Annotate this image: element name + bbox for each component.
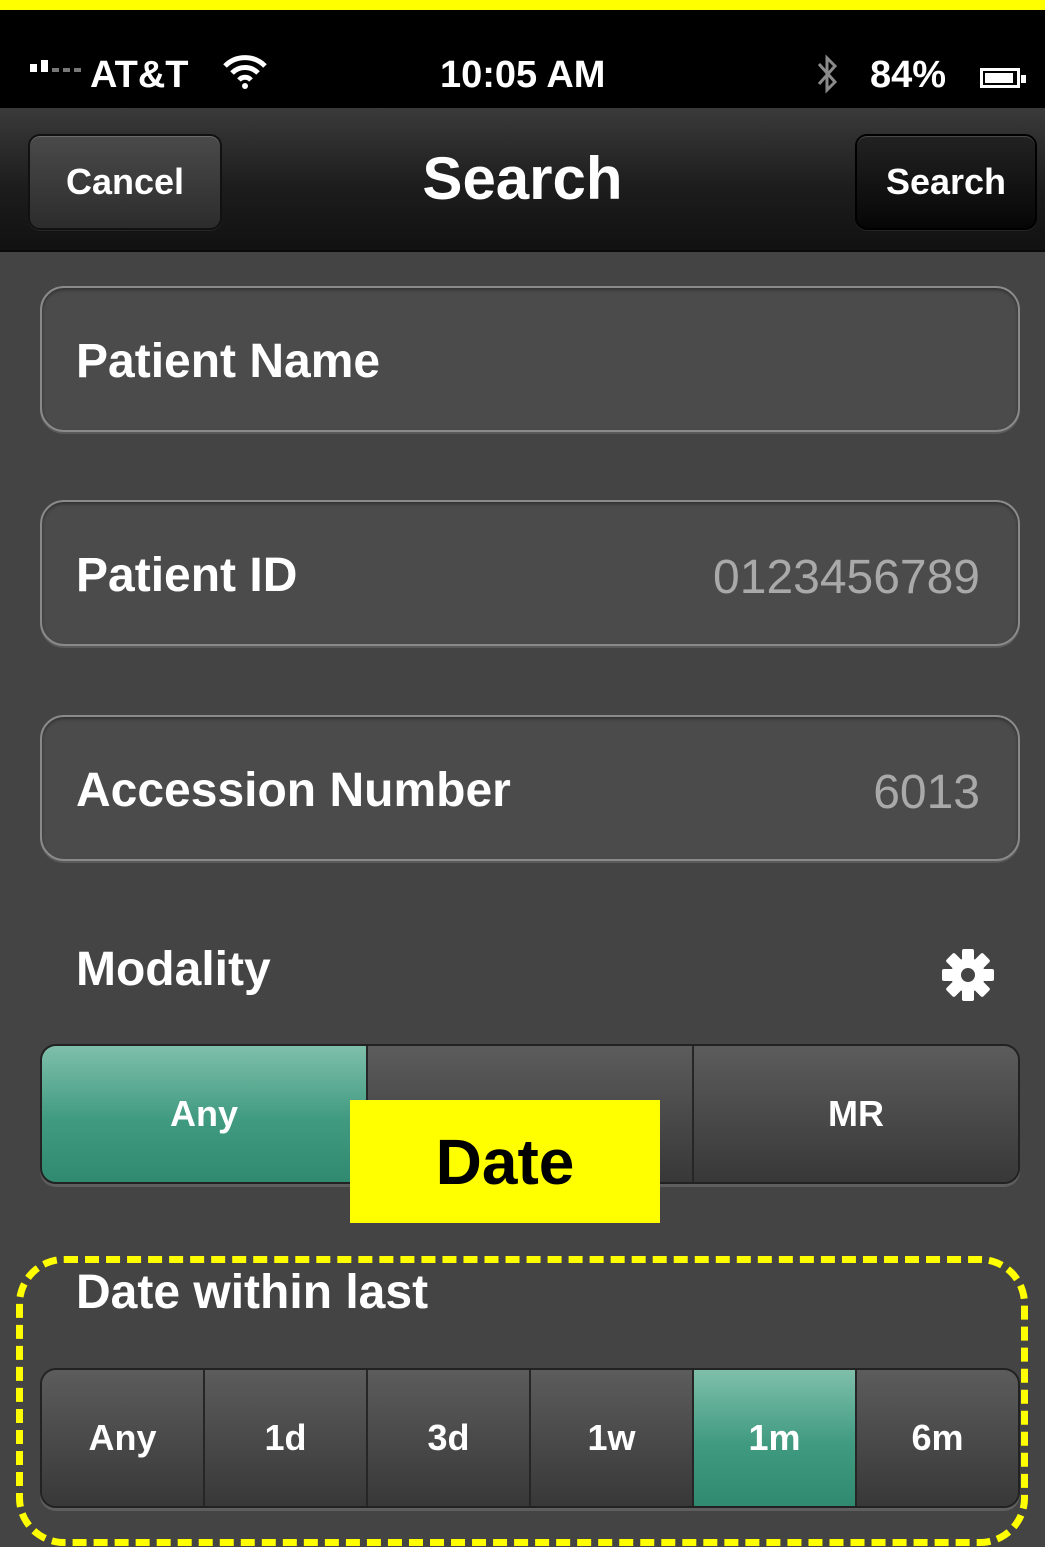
- carrier-label: AT&T: [90, 54, 189, 96]
- date-highlight-box: [16, 1256, 1028, 1546]
- accession-number-value: 6013: [873, 766, 980, 819]
- gear-icon[interactable]: [938, 945, 998, 1005]
- patient-name-label: Patient Name: [76, 335, 381, 388]
- patient-id-value: 0123456789: [713, 551, 980, 604]
- modality-option-any[interactable]: Any: [42, 1046, 368, 1182]
- search-button[interactable]: Search: [855, 134, 1037, 230]
- modality-label: Modality: [76, 943, 271, 996]
- bluetooth-icon: [815, 54, 841, 104]
- accession-number-field[interactable]: Accession Number 6013: [40, 715, 1020, 861]
- battery-icon: [980, 68, 1026, 88]
- app-screen: AT&T 10:05 AM 84% Cancel Search Search P…: [0, 10, 1045, 1547]
- patient-name-field[interactable]: Patient Name: [40, 286, 1020, 432]
- date-callout-label: Date: [350, 1100, 660, 1223]
- modality-option-mr[interactable]: MR: [694, 1046, 1018, 1182]
- status-bar: AT&T 10:05 AM 84%: [0, 10, 1045, 108]
- battery-percent: 84%: [870, 54, 947, 96]
- nav-bar: Cancel Search Search: [0, 108, 1045, 252]
- patient-id-label: Patient ID: [76, 549, 298, 602]
- signal-icon: [30, 60, 81, 72]
- status-time: 10:05 AM: [440, 54, 606, 96]
- accession-number-label: Accession Number: [76, 764, 511, 817]
- wifi-icon: [222, 54, 268, 100]
- patient-id-field[interactable]: Patient ID 0123456789: [40, 500, 1020, 646]
